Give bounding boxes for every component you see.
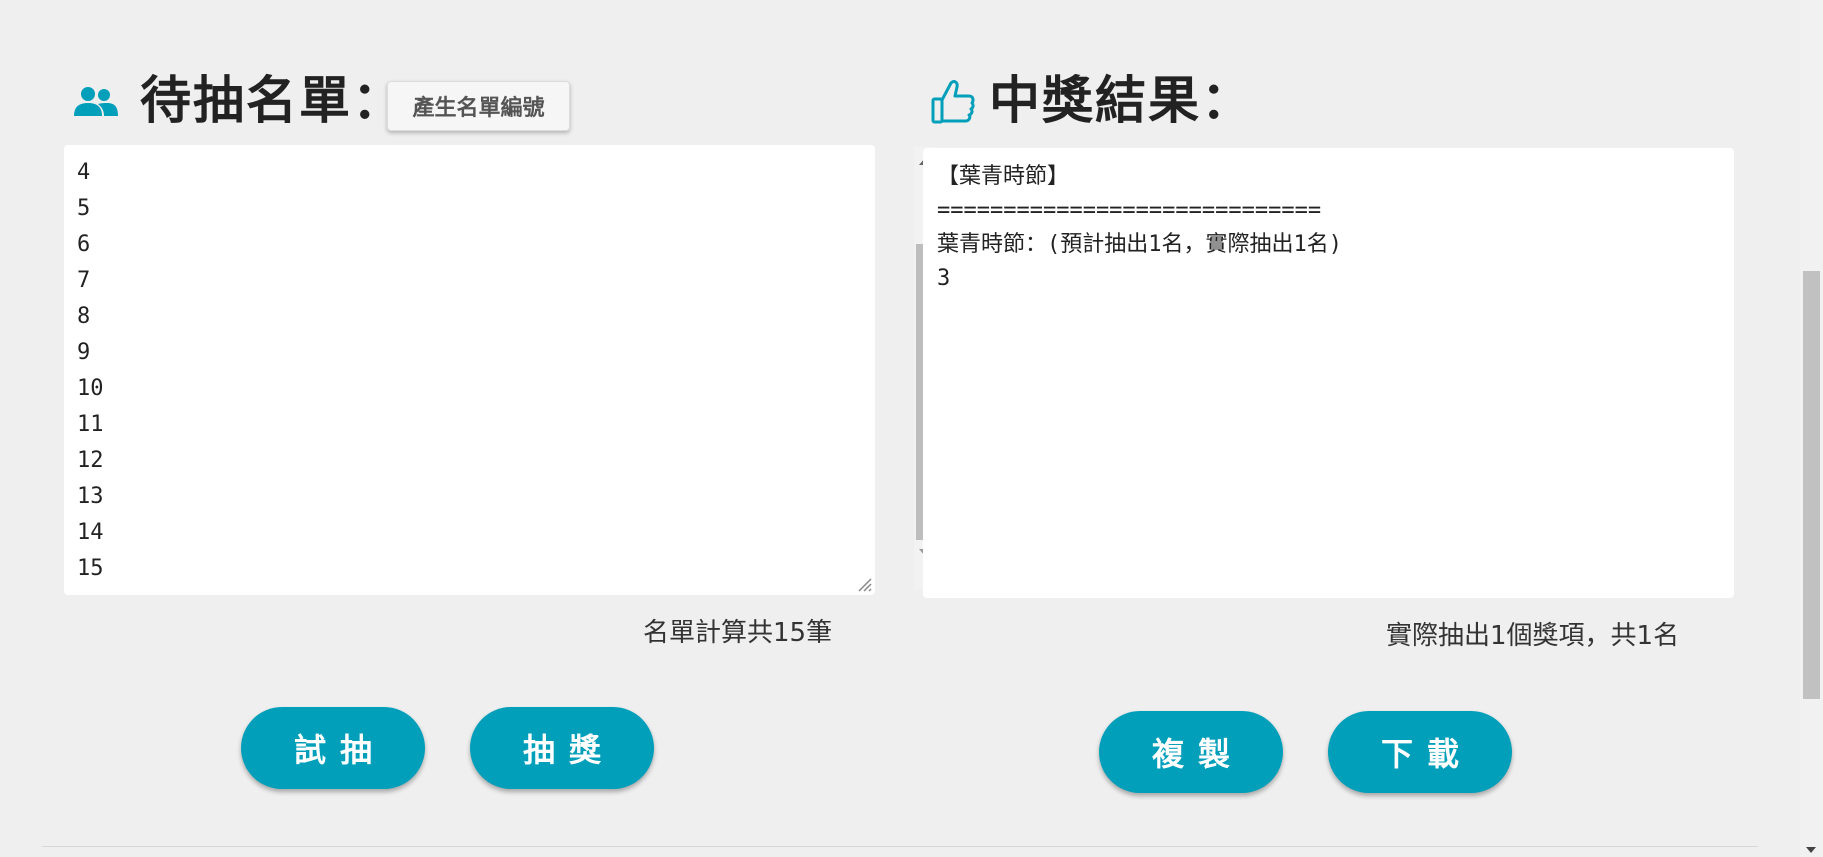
result-line: 3: [937, 266, 951, 291]
result-line: 葉青時節：(預計抽出1名，實際抽出1名): [937, 232, 1342, 257]
result-summary-text: 實際抽出1個獎項，共1名: [1386, 621, 1680, 651]
footer-divider: [42, 846, 1758, 847]
result-list: 【葉青時節】 ============================= 葉青時節：…: [937, 160, 1342, 296]
resize-grip-icon[interactable]: [853, 573, 873, 593]
list-item: 15: [77, 556, 104, 581]
result-title: 中獎結果：: [989, 72, 1255, 131]
list-item: 9: [77, 340, 91, 365]
result-heading: 中獎結果：: [931, 76, 1254, 127]
copy-button[interactable]: 複製: [1099, 711, 1283, 793]
thumbs-up-icon: [931, 79, 975, 125]
list-item: 6: [77, 232, 91, 257]
candidate-list: 4 5 6 7 8 9 10 11 12 13 14 15: [77, 155, 104, 587]
generate-list-number-button[interactable]: 產生名單編號: [387, 81, 570, 131]
list-item: 5: [77, 196, 91, 221]
download-button[interactable]: 下載: [1328, 711, 1512, 793]
list-item: 14: [77, 520, 104, 545]
list-item: 7: [77, 268, 91, 293]
page-scroll-down-arrow-icon[interactable]: [1806, 847, 1816, 853]
list-title: 待抽名單：: [140, 72, 406, 131]
candidate-list-textarea[interactable]: 4 5 6 7 8 9 10 11 12 13 14 15: [64, 145, 936, 595]
list-heading: 待抽名單：: [74, 76, 405, 127]
page-scroll-thumb[interactable]: [1803, 271, 1820, 699]
result-line: 【葉青時節】: [937, 164, 1070, 189]
list-item: 10: [77, 376, 104, 401]
trial-draw-button[interactable]: 試抽: [241, 707, 425, 789]
list-item: 8: [77, 304, 91, 329]
result-line: =============================: [937, 198, 1322, 223]
list-item: 13: [77, 484, 104, 509]
list-item: 12: [77, 448, 104, 473]
page-scrollbar[interactable]: [1800, 0, 1823, 857]
result-textarea[interactable]: 【葉青時節】 ============================= 葉青時節：…: [923, 148, 1734, 598]
list-item: 11: [77, 412, 104, 437]
draw-button[interactable]: 抽獎: [470, 707, 654, 789]
list-count-text: 名單計算共15筆: [643, 618, 833, 648]
people-icon: [74, 86, 118, 118]
list-item: 4: [77, 160, 91, 185]
